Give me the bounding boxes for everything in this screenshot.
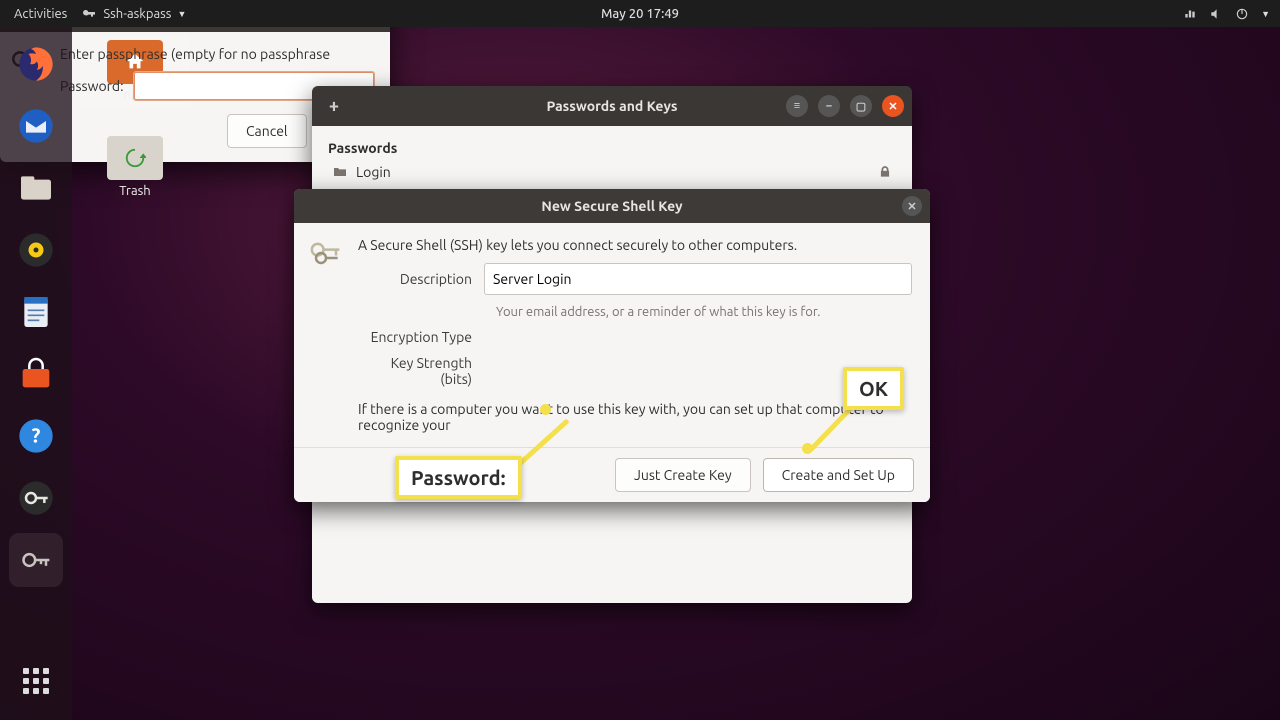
help-launcher[interactable]: ? — [9, 409, 63, 463]
dock: ? — [0, 27, 72, 720]
folder-icon — [332, 164, 348, 180]
svg-text:?: ? — [32, 424, 41, 447]
close-button[interactable]: ✕ — [882, 95, 904, 117]
dialog-intro-text: A Secure Shell (SSH) key lets you connec… — [358, 237, 912, 253]
files-launcher[interactable] — [9, 161, 63, 215]
window-title: Passwords and Keys — [546, 98, 677, 114]
just-create-key-button[interactable]: Just Create Key — [615, 458, 751, 492]
minimize-button[interactable]: – — [818, 95, 840, 117]
create-and-setup-button[interactable]: Create and Set Up — [763, 458, 914, 492]
top-panel: Activities Ssh-askpass ▼ May 20 17:49 ▼ — [0, 0, 1280, 27]
rhythmbox-launcher[interactable] — [9, 223, 63, 277]
dialog-titlebar[interactable]: New Secure Shell Key ✕ — [294, 189, 930, 223]
lock-icon — [878, 165, 892, 179]
description-input[interactable] — [484, 263, 912, 295]
network-icon[interactable] — [1183, 7, 1197, 21]
chevron-down-icon: ▼ — [177, 9, 186, 19]
power-icon[interactable] — [1235, 7, 1249, 21]
section-header: Passwords — [328, 140, 896, 156]
software-launcher[interactable] — [9, 347, 63, 401]
hamburger-menu-icon[interactable]: ≡ — [786, 95, 808, 117]
volume-icon[interactable] — [1209, 7, 1223, 21]
add-button[interactable]: + — [322, 94, 346, 118]
thunderbird-launcher[interactable] — [9, 99, 63, 153]
dialog-footer: Just Create Key Create and Set Up — [294, 447, 930, 502]
callout-dot — [540, 404, 551, 415]
description-hint: Your email address, or a reminder of wha… — [496, 305, 912, 319]
trash-icon[interactable]: Trash — [80, 136, 190, 198]
cancel-button[interactable]: Cancel — [227, 114, 307, 148]
new-ssh-key-dialog: New Secure Shell Key ✕ A Secure Shell (S… — [294, 189, 930, 502]
firefox-launcher[interactable] — [9, 37, 63, 91]
app-menu-label: Ssh-askpass — [103, 7, 171, 21]
key-strength-label: Key Strength (bits) — [358, 355, 484, 387]
encryption-type-label: Encryption Type — [358, 329, 484, 345]
key-app-icon — [81, 6, 97, 22]
activities-button[interactable]: Activities — [14, 7, 67, 21]
close-button[interactable]: ✕ — [902, 196, 922, 216]
callout-ok: OK — [843, 367, 904, 410]
passphrase-prompt: Enter passphrase (empty for no passphras… — [60, 46, 374, 62]
show-apps-button[interactable] — [9, 654, 63, 708]
clock[interactable]: May 20 17:49 — [601, 7, 679, 21]
chevron-down-icon[interactable]: ▼ — [1261, 9, 1270, 19]
callout-password: Password: — [395, 456, 522, 499]
ssh-askpass-launcher[interactable] — [9, 533, 63, 587]
keyring-label: Login — [356, 164, 391, 180]
seahorse-launcher[interactable] — [9, 471, 63, 525]
writer-launcher[interactable] — [9, 285, 63, 339]
window-titlebar[interactable]: + Passwords and Keys ≡ – ▢ ✕ — [312, 86, 912, 126]
app-menu[interactable]: Ssh-askpass ▼ — [81, 6, 186, 22]
maximize-button[interactable]: ▢ — [850, 95, 872, 117]
dialog-body: A Secure Shell (SSH) key lets you connec… — [294, 223, 930, 447]
callout-dot — [802, 443, 813, 454]
description-label: Description — [358, 271, 484, 287]
dialog-title: New Secure Shell Key — [541, 198, 682, 214]
keyring-item-login[interactable]: Login — [328, 162, 896, 182]
desktop-icon-label: Trash — [80, 184, 190, 198]
keys-icon — [306, 233, 346, 273]
